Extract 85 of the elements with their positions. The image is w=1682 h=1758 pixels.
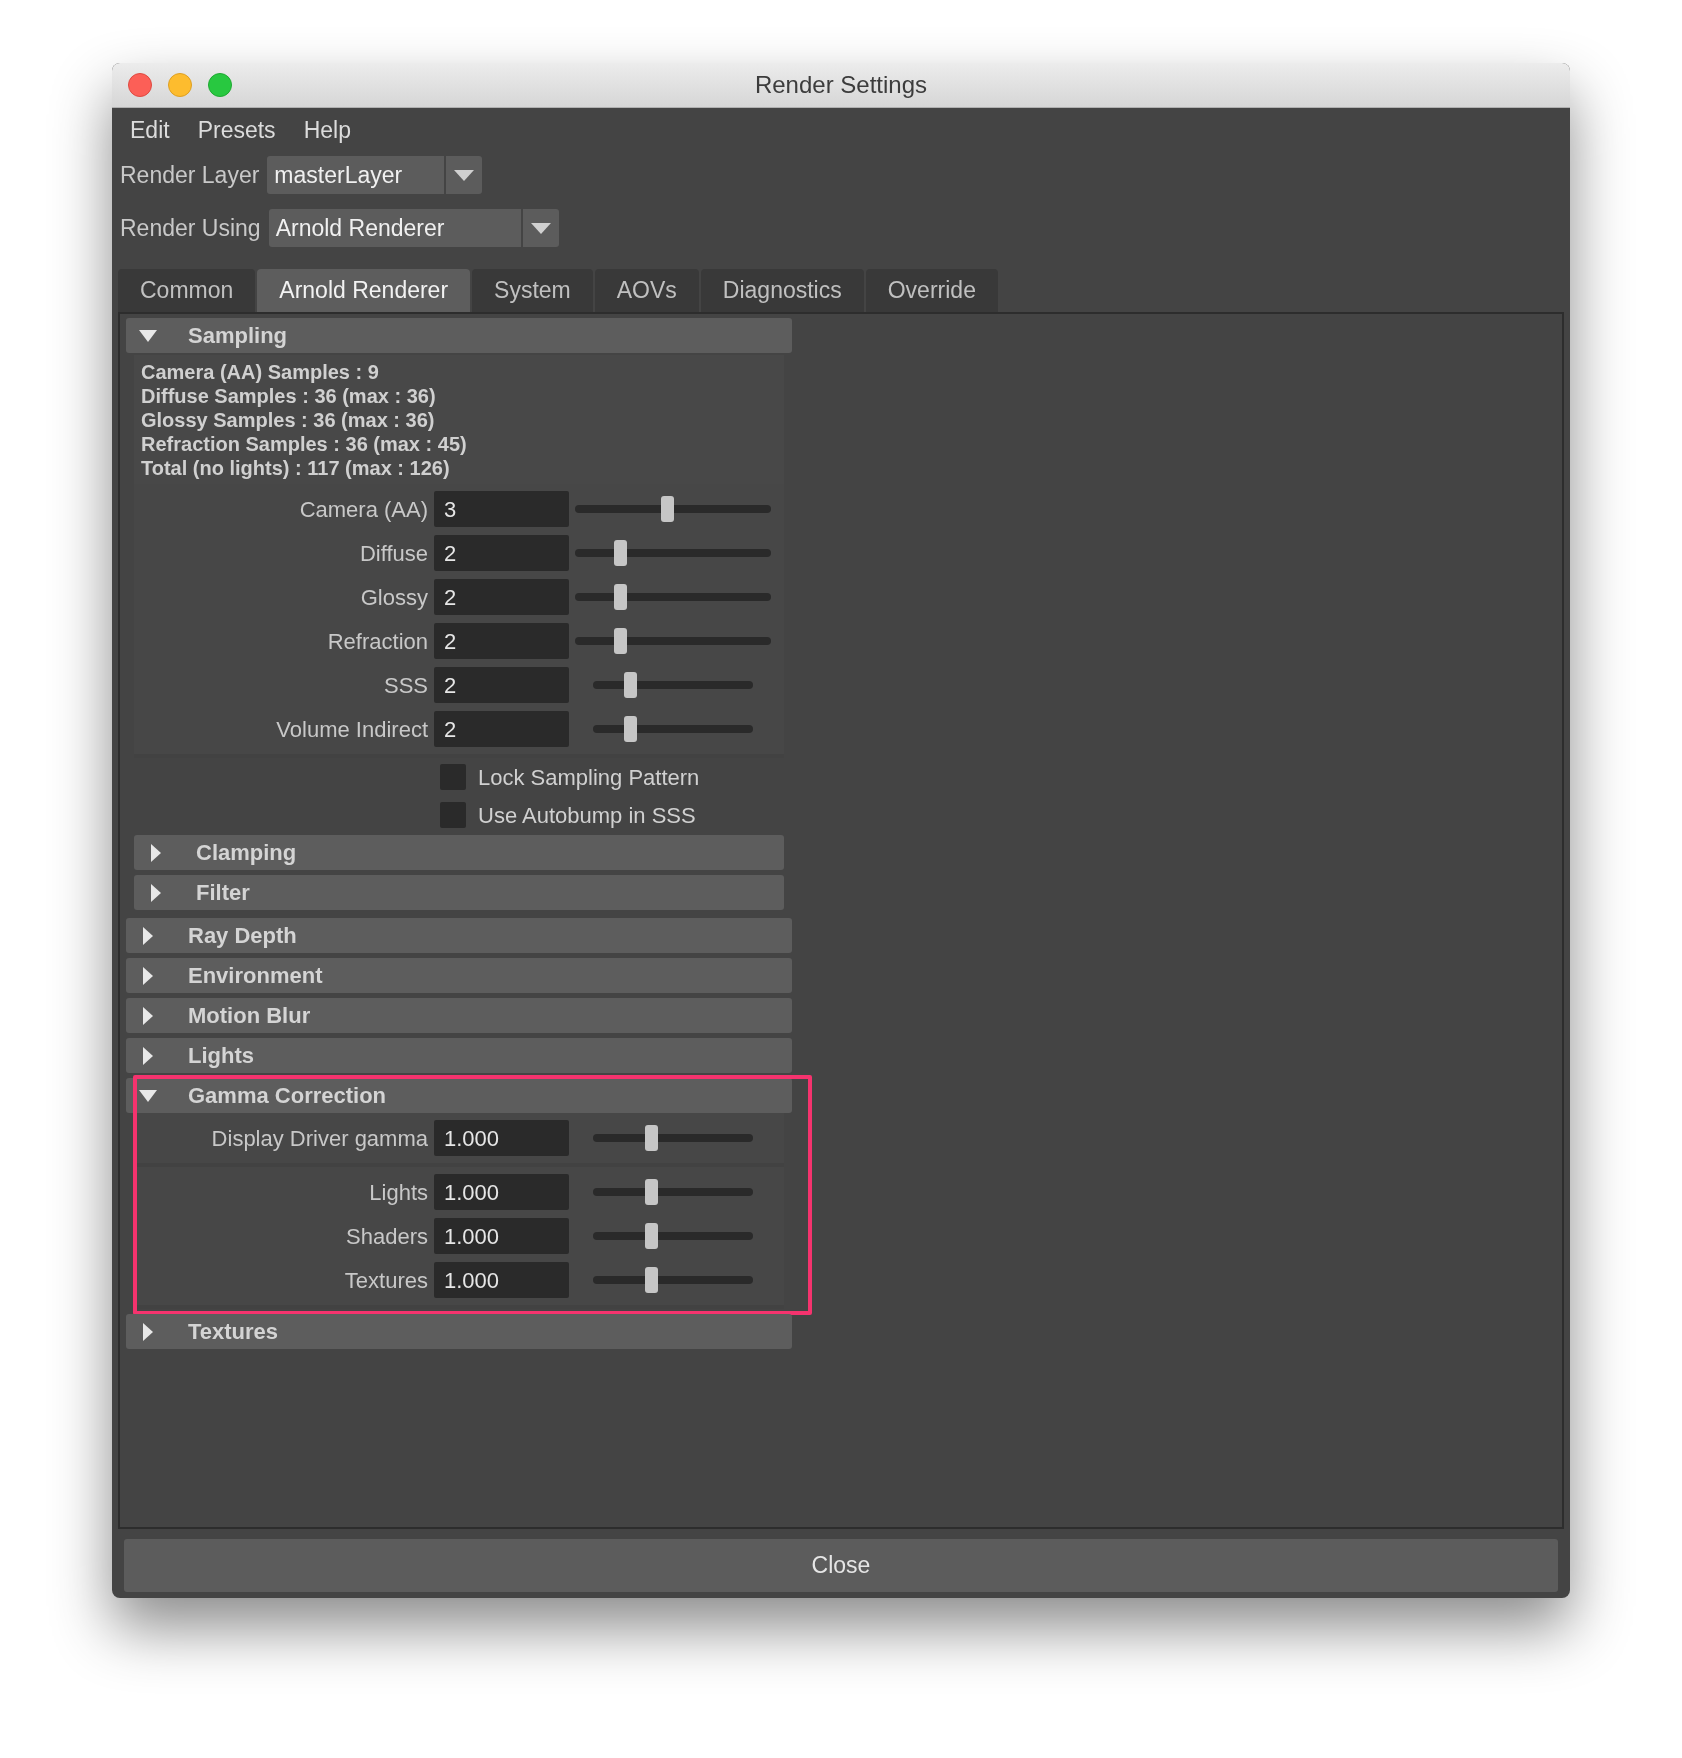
section-header[interactable]: Lights	[126, 1038, 792, 1073]
checkbox-label: Lock Sampling Pattern	[478, 763, 700, 792]
section-header[interactable]: Gamma Correction	[126, 1078, 792, 1113]
number-field[interactable]: 1.000	[434, 1262, 569, 1298]
collapsed-triangle-icon[interactable]	[143, 1046, 153, 1065]
collapsed-triangle-icon[interactable]	[151, 843, 161, 862]
slider[interactable]	[593, 672, 753, 698]
slider-thumb[interactable]	[614, 628, 628, 654]
tab[interactable]: AOVs	[594, 269, 699, 312]
slider[interactable]	[593, 1223, 753, 1249]
number-field[interactable]: 1.000	[434, 1174, 569, 1210]
field-label: Shaders	[345, 1222, 429, 1251]
slider-thumb[interactable]	[644, 1267, 658, 1293]
tab[interactable]: Arnold Renderer	[257, 269, 471, 312]
stats-line: Glossy Samples : 36 (max : 36)	[141, 408, 436, 432]
slider[interactable]	[575, 584, 771, 610]
stats-line: Camera (AA) Samples : 9	[141, 360, 380, 384]
slider-thumb[interactable]	[661, 496, 675, 522]
field-label: SSS	[382, 671, 429, 700]
slider-thumb[interactable]	[644, 1179, 658, 1205]
field-label: Render Layer	[120, 160, 260, 190]
caret-icon	[454, 169, 475, 181]
field-label: Textures	[343, 1266, 429, 1295]
slider[interactable]	[593, 716, 753, 742]
slider[interactable]	[593, 1179, 753, 1205]
collapsed-triangle-icon[interactable]	[143, 1006, 153, 1025]
section-header[interactable]: Textures	[126, 1314, 792, 1349]
section-header[interactable]: Ray Depth	[126, 918, 792, 953]
section-header[interactable]: Clamping	[134, 835, 784, 870]
field-label: Glossy	[359, 583, 429, 612]
number-field[interactable]: 2	[434, 535, 569, 571]
menu-item[interactable]: Edit	[120, 112, 180, 148]
slider[interactable]	[575, 496, 771, 522]
slider-thumb[interactable]	[623, 716, 637, 742]
number-field[interactable]: 3	[434, 491, 569, 527]
checkbox[interactable]	[440, 764, 466, 790]
number-field[interactable]: 1.000	[434, 1218, 569, 1254]
stats-line: Total (no lights) : 117 (max : 126)	[141, 456, 451, 480]
section-header[interactable]: Sampling	[126, 318, 792, 353]
slider-thumb[interactable]	[644, 1125, 658, 1151]
menu-item[interactable]: Presets	[187, 112, 286, 148]
tab[interactable]: Diagnostics	[700, 269, 864, 312]
slider-thumb[interactable]	[614, 584, 628, 610]
field-label: Camera (AA)	[298, 495, 429, 524]
field-label: Volume Indirect	[275, 715, 429, 744]
tab[interactable]: Override	[865, 269, 998, 312]
field-label: Render Using	[120, 213, 261, 243]
slider[interactable]	[593, 1125, 753, 1151]
dropdown[interactable]: Arnold Renderer	[268, 209, 559, 247]
expanded-triangle-icon[interactable]	[139, 329, 157, 342]
dropdown[interactable]: masterLayer	[267, 156, 483, 194]
slider[interactable]	[575, 540, 771, 566]
close-window-icon[interactable]	[128, 73, 152, 97]
collapsed-triangle-icon[interactable]	[143, 1322, 153, 1341]
section-header[interactable]: Environment	[126, 958, 792, 993]
checkbox-label: Use Autobump in SSS	[478, 801, 696, 830]
slider-thumb[interactable]	[623, 672, 637, 698]
number-field[interactable]: 2	[434, 579, 569, 615]
slider-thumb[interactable]	[614, 540, 628, 566]
field-label: Display Driver gamma	[210, 1124, 429, 1153]
collapsed-triangle-icon[interactable]	[143, 926, 153, 945]
section-header[interactable]: Filter	[134, 875, 784, 910]
stats-line: Diffuse Samples : 36 (max : 36)	[141, 384, 437, 408]
tab[interactable]: Common	[118, 269, 256, 312]
tab[interactable]: System	[472, 269, 593, 312]
field-label: Refraction	[326, 627, 429, 656]
slider[interactable]	[575, 628, 771, 654]
number-field[interactable]: 2	[434, 667, 569, 703]
slider[interactable]	[593, 1267, 753, 1293]
caret-icon	[530, 222, 551, 234]
slider-thumb[interactable]	[644, 1223, 658, 1249]
close-button[interactable]: Close	[124, 1539, 1558, 1592]
number-field[interactable]: 1.000	[434, 1120, 569, 1156]
window-title: Render Settings	[754, 70, 928, 100]
collapsed-triangle-icon[interactable]	[151, 883, 161, 902]
field-label: Lights	[368, 1178, 429, 1207]
field-label: Diffuse	[358, 539, 429, 568]
number-field[interactable]: 2	[434, 623, 569, 659]
expanded-triangle-icon[interactable]	[139, 1089, 157, 1102]
section-header[interactable]: Motion Blur	[126, 998, 792, 1033]
stats-line: Refraction Samples : 36 (max : 45)	[141, 432, 468, 456]
number-field[interactable]: 2	[434, 711, 569, 747]
menu-item[interactable]: Help	[293, 112, 361, 148]
collapsed-triangle-icon[interactable]	[143, 966, 153, 985]
checkbox[interactable]	[440, 802, 466, 828]
